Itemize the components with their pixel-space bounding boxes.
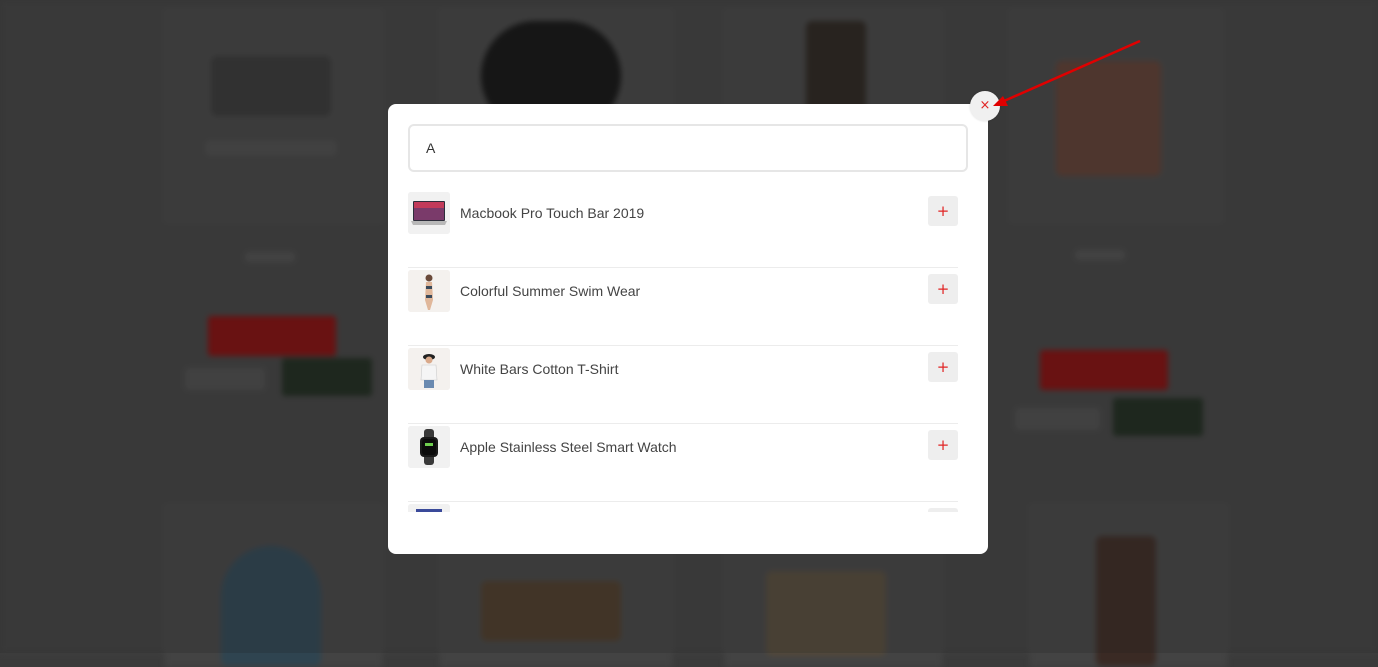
- laptop-thumbnail: [408, 192, 450, 234]
- list-item[interactable]: Macbook Pro Touch Bar 2019 +: [408, 190, 958, 268]
- product-name[interactable]: White Bars Cotton T-Shirt: [460, 360, 618, 378]
- list-item[interactable]: +: [408, 502, 958, 512]
- add-product-button[interactable]: +: [928, 274, 958, 304]
- smartwatch-thumbnail: [408, 426, 450, 468]
- product-name[interactable]: Apple Stainless Steel Smart Watch: [460, 438, 677, 456]
- add-product-button[interactable]: +: [928, 196, 958, 226]
- list-item[interactable]: Apple Stainless Steel Smart Watch +: [408, 424, 958, 502]
- tshirt-thumbnail: [408, 348, 450, 390]
- product-thumbnail: [408, 504, 450, 512]
- swimwear-thumbnail: [408, 270, 450, 312]
- list-item[interactable]: Colorful Summer Swim Wear +: [408, 268, 958, 346]
- add-product-button[interactable]: +: [928, 352, 958, 382]
- search-results-list: Macbook Pro Touch Bar 2019 + Colorful Su…: [408, 190, 958, 512]
- search-input[interactable]: [408, 124, 968, 172]
- search-modal: Macbook Pro Touch Bar 2019 + Colorful Su…: [388, 104, 988, 554]
- add-product-button[interactable]: +: [928, 430, 958, 460]
- add-product-button[interactable]: +: [928, 508, 958, 512]
- product-name[interactable]: Macbook Pro Touch Bar 2019: [460, 204, 644, 222]
- list-item[interactable]: White Bars Cotton T-Shirt +: [408, 346, 958, 424]
- product-name[interactable]: Colorful Summer Swim Wear: [460, 282, 640, 300]
- close-icon[interactable]: ×: [970, 91, 1000, 121]
